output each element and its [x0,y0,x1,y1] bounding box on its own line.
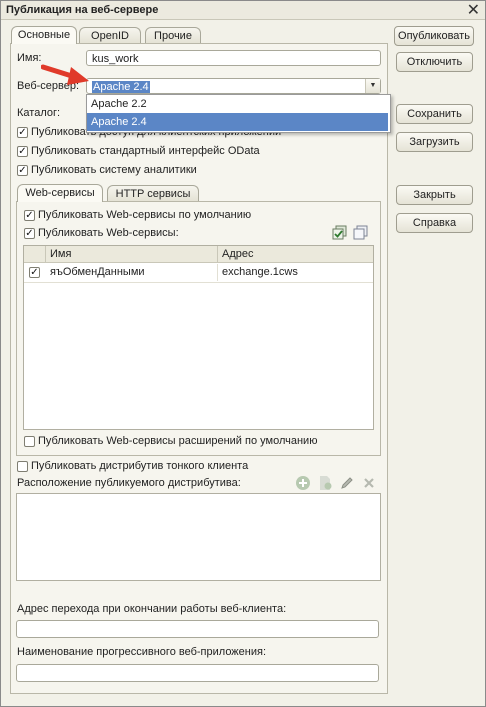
red-arrow-icon [41,64,89,85]
publish-ws-default-label: Публиковать Web-сервисы по умолчанию [38,209,252,221]
title-bar: Публикация на веб-сервере ✕ [1,1,485,20]
tab-other-label: Прочие [154,30,192,42]
publish-odata-label: Публиковать стандартный интерфейс OData [31,145,260,157]
close-icon[interactable]: ✕ [467,0,480,20]
add-icon[interactable] [295,475,311,491]
publish-ws-extensions-checkbox[interactable] [24,436,35,447]
publish-analytics-checkbox[interactable]: ✓ [17,165,28,176]
publish-ws-list-label: Публиковать Web-сервисы: [38,227,179,239]
tab-main[interactable]: Основные [11,26,77,44]
check-all-icon[interactable] [332,225,348,241]
row-checkbox[interactable]: ✓ [29,267,40,278]
pwa-name-label: Наименование прогрессивного веб-приложен… [17,646,267,658]
uncheck-all-icon[interactable] [353,225,369,241]
disable-button[interactable]: Отключить [396,52,473,72]
redirect-url-field[interactable] [16,620,379,638]
webserver-option-apache24[interactable]: Apache 2.4 [87,113,388,131]
web-services-table: Имя Адрес ✓ яъОбменДанными exchange.1cws [23,245,374,430]
chevron-down-icon[interactable]: ▼ [365,79,380,93]
publish-thin-client-checkbox[interactable] [17,461,28,472]
publish-dialog: Публикация на веб-сервере ✕ Основные Ope… [0,0,486,707]
distr-location-label: Расположение публикуемого дистрибутива: [17,477,241,489]
table-header-check [24,246,46,263]
tab-openid-label: OpenID [91,30,129,42]
tab-openid[interactable]: OpenID [79,27,141,44]
redirect-url-label: Адрес перехода при окончании работы веб-… [17,603,287,615]
edit-icon[interactable] [339,475,355,491]
delete-icon[interactable] [361,475,377,491]
tab-main-label: Основные [17,29,71,41]
publish-thin-client-label: Публиковать дистрибутив тонкого клиента [31,460,249,472]
tab-http-services[interactable]: HTTP сервисы [107,185,199,202]
publish-ws-default-checkbox[interactable]: ✓ [24,210,35,221]
publish-thick-client-checkbox[interactable]: ✓ [17,127,28,138]
distr-location-list[interactable] [16,493,381,581]
table-row[interactable]: ✓ яъОбменДанными exchange.1cws [24,264,373,283]
webserver-dropdown-list: Apache 2.2 Apache 2.4 [86,94,391,133]
webserver-selected-value: Apache 2.4 [92,81,150,93]
tab-web-services-label: Web-сервисы [25,187,95,199]
tab-web-services[interactable]: Web-сервисы [17,184,103,202]
name-label: Имя: [17,52,42,64]
publish-analytics-label: Публиковать систему аналитики [31,164,197,176]
catalog-label: Каталог: [17,107,61,119]
load-button[interactable]: Загрузить [396,132,473,152]
row-name-cell: яъОбменДанными [46,264,218,281]
webserver-option-apache22[interactable]: Apache 2.2 [87,95,388,113]
publish-ws-extensions-label: Публиковать Web-сервисы расширений по ум… [38,435,318,447]
publish-button[interactable]: Опубликовать [394,26,474,46]
dialog-title: Публикация на веб-сервере [6,4,159,16]
name-field[interactable]: kus_work [86,50,381,66]
close-button[interactable]: Закрыть [396,185,473,205]
webserver-select[interactable]: Apache 2.4 ▼ [86,78,381,94]
table-header-address[interactable]: Адрес [218,246,373,263]
row-address-cell: exchange.1cws [222,266,298,278]
publish-odata-checkbox[interactable]: ✓ [17,146,28,157]
tab-http-services-label: HTTP сервисы [115,188,191,200]
help-button[interactable]: Справка [396,213,473,233]
table-header-name[interactable]: Имя [46,246,218,263]
tab-other[interactable]: Прочие [145,27,201,44]
pwa-name-field[interactable] [16,664,379,682]
copy-icon[interactable] [317,475,333,491]
publish-ws-list-checkbox[interactable]: ✓ [24,228,35,239]
save-button[interactable]: Сохранить [396,104,473,124]
